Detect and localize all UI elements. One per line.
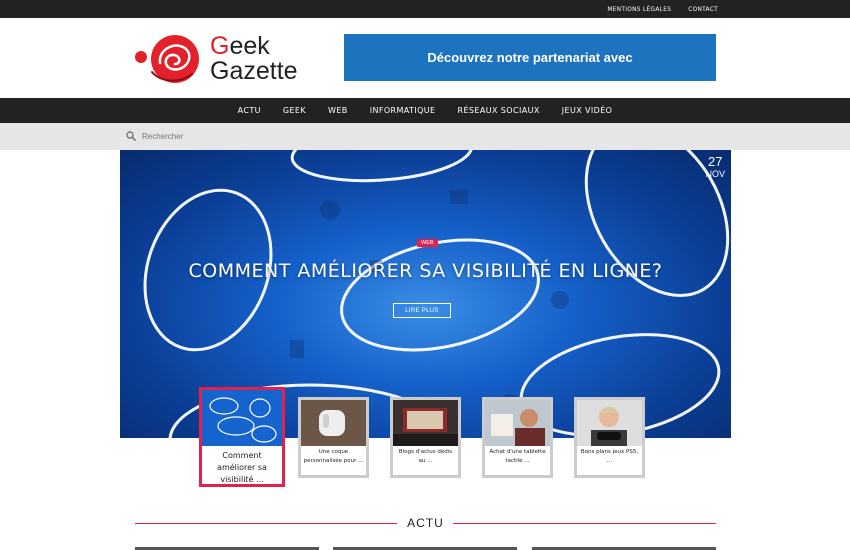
thumbnail-card[interactable]: Blogs d'actus dédis au ... [390,397,461,478]
logo-swirl-icon [135,35,199,83]
hero-title[interactable]: COMMENT AMÉLIORER SA VISIBILITÉ EN LIGNE… [120,260,731,282]
thumbnail-card[interactable]: Comment améliorer sa visibilité ... [199,387,285,487]
nav-item-informatique[interactable]: INFORMATIQUE [359,106,447,115]
thumbnail-image [485,400,550,446]
search-icon[interactable] [126,131,136,141]
link-contact[interactable]: CONTACT [688,5,718,13]
thumbnail-image [577,400,642,446]
section-heading-actu: ACTU [135,515,716,531]
thumbnail-caption: Achat d'une tablette tactile ... [489,449,546,464]
site-header: Geek Gazette Découvrez notre partenariat… [0,18,850,98]
logo-word-eek: eek [229,32,270,60]
link-legal[interactable]: MENTIONS LÉGALES [607,5,671,13]
read-more-button[interactable]: LIRE PLUS [393,303,451,318]
logo-wordmark: Geek Gazette [210,34,298,84]
thumbnail-caption: Comment améliorer sa visibilité ... [217,451,267,484]
top-links: MENTIONS LÉGALES CONTACT [607,0,718,18]
nav-item-jeux-video[interactable]: JEUX VIDÉO [551,106,624,115]
thumbnail-image [202,390,282,446]
search-bar [0,123,850,150]
hero-date: 27 NOV [705,154,725,179]
thumbnail-card[interactable]: Une coque personnalisée pour ... [298,397,369,478]
nav-item-web[interactable]: WEB [317,106,359,115]
thumbnail-caption: Bons plans jeux PS5, ... [580,449,639,464]
main-nav: ACTU GEEK WEB INFORMATIQUE RÉSEAUX SOCIA… [0,98,850,123]
hero-date-month: NOV [705,169,725,179]
logo-letter-g: G [210,32,230,60]
thumbnail-card[interactable]: Achat d'une tablette tactile ... [482,397,553,478]
banner-text: Découvrez notre partenariat avec [427,50,633,65]
section-title: ACTU [407,516,444,530]
partner-banner[interactable]: Découvrez notre partenariat avec [344,34,716,81]
thumbnail-image [301,400,366,446]
nav-item-reseaux-sociaux[interactable]: RÉSEAUX SOCIAUX [447,106,551,115]
top-bar: MENTIONS LÉGALES CONTACT [0,0,850,18]
thumbnail-caption: Une coque personnalisée pour ... [303,449,364,464]
thumbnail-image [393,400,458,446]
nav-item-geek[interactable]: GEEK [272,106,317,115]
hero-date-day: 27 [708,154,723,169]
nav-item-actu[interactable]: ACTU [227,106,272,115]
logo-word-gazette: Gazette [210,57,298,85]
thumbnail-card[interactable]: Bons plans jeux PS5, ... [574,397,645,478]
thumbnail-caption: Blogs d'actus dédis au ... [398,449,453,464]
hero-category-badge[interactable]: WEB [417,239,438,247]
search-input[interactable] [142,129,442,144]
site-logo[interactable]: Geek Gazette [132,32,302,86]
